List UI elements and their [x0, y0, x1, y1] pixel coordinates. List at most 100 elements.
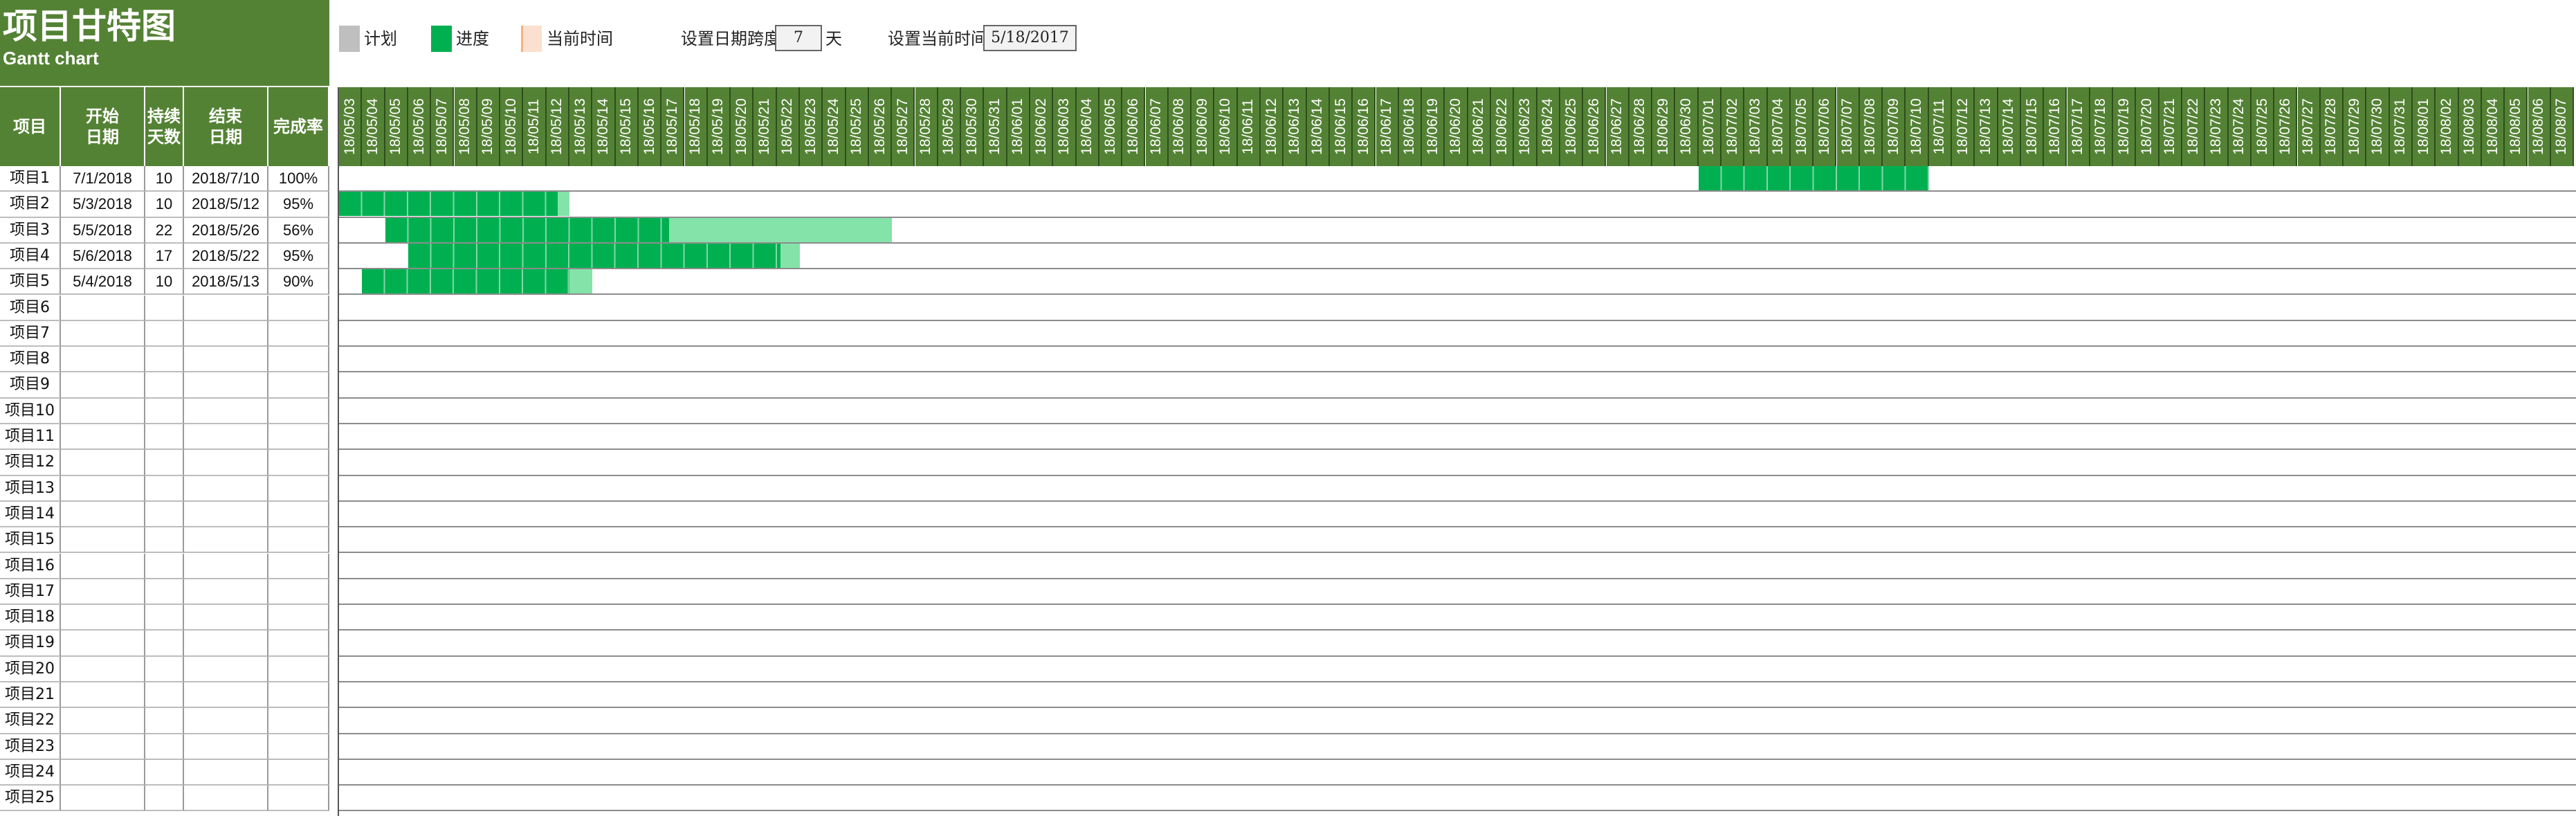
cell-name[interactable]: 项目14 — [0, 501, 61, 528]
cell-start[interactable] — [61, 372, 145, 399]
cell-days[interactable]: 22 — [145, 217, 184, 244]
cell-pct[interactable] — [268, 553, 329, 579]
cell-end[interactable] — [184, 347, 268, 373]
cell-pct[interactable]: 95% — [268, 243, 329, 270]
cell-pct[interactable] — [268, 320, 329, 347]
cell-pct[interactable] — [268, 295, 329, 321]
cell-end[interactable] — [184, 372, 268, 399]
cell-pct[interactable] — [268, 759, 329, 786]
cell-days[interactable] — [145, 424, 184, 451]
cell-start[interactable]: 5/3/2018 — [61, 192, 145, 218]
cell-days[interactable] — [145, 347, 184, 373]
cell-name[interactable]: 项目11 — [0, 424, 61, 451]
cell-start[interactable] — [61, 475, 145, 502]
cell-name[interactable]: 项目6 — [0, 295, 61, 321]
cell-end[interactable] — [184, 424, 268, 451]
cell-end[interactable] — [184, 320, 268, 347]
cell-start[interactable] — [61, 424, 145, 451]
cell-pct[interactable]: 90% — [268, 269, 329, 296]
cell-end[interactable] — [184, 501, 268, 528]
cell-name[interactable]: 项目23 — [0, 734, 61, 760]
cell-start[interactable] — [61, 708, 145, 734]
cell-days[interactable] — [145, 579, 184, 606]
progress-bar[interactable] — [339, 192, 558, 217]
cell-start[interactable] — [61, 631, 145, 657]
cell-days[interactable] — [145, 734, 184, 760]
cell-name[interactable]: 项目13 — [0, 475, 61, 502]
cell-end[interactable]: 2018/5/26 — [184, 217, 268, 244]
cell-days[interactable] — [145, 759, 184, 786]
cell-days[interactable] — [145, 786, 184, 812]
cell-start[interactable] — [61, 553, 145, 579]
cell-days[interactable]: 10 — [145, 269, 184, 296]
cell-pct[interactable] — [268, 527, 329, 554]
cell-start[interactable] — [61, 527, 145, 554]
cell-start[interactable] — [61, 682, 145, 709]
cell-end[interactable] — [184, 656, 268, 682]
cell-pct[interactable]: 56% — [268, 217, 329, 244]
cell-start[interactable] — [61, 579, 145, 606]
cell-name[interactable]: 项目7 — [0, 320, 61, 347]
cell-start[interactable] — [61, 605, 145, 631]
cell-pct[interactable] — [268, 579, 329, 606]
cell-start[interactable] — [61, 656, 145, 682]
cell-days[interactable] — [145, 295, 184, 321]
progress-bar[interactable] — [1698, 166, 1929, 190]
cell-start[interactable] — [61, 398, 145, 424]
cell-pct[interactable] — [268, 656, 329, 682]
cell-days[interactable] — [145, 553, 184, 579]
cell-days[interactable] — [145, 450, 184, 476]
cell-name[interactable]: 项目18 — [0, 605, 61, 631]
cell-start[interactable] — [61, 501, 145, 528]
cell-start[interactable] — [61, 786, 145, 812]
cell-days[interactable] — [145, 656, 184, 682]
cell-end[interactable] — [184, 734, 268, 760]
cell-days[interactable]: 17 — [145, 243, 184, 270]
cell-name[interactable]: 项目17 — [0, 579, 61, 606]
cell-days[interactable] — [145, 682, 184, 709]
cell-end[interactable] — [184, 708, 268, 734]
cell-pct[interactable] — [268, 786, 329, 812]
cell-pct[interactable] — [268, 734, 329, 760]
cell-end[interactable] — [184, 786, 268, 812]
cell-name[interactable]: 项目5 — [0, 269, 61, 296]
cell-end[interactable] — [184, 631, 268, 657]
cell-days[interactable] — [145, 398, 184, 424]
cell-pct[interactable] — [268, 450, 329, 476]
cell-pct[interactable] — [268, 631, 329, 657]
cell-pct[interactable] — [268, 605, 329, 631]
cell-end[interactable]: 2018/5/12 — [184, 192, 268, 218]
cell-pct[interactable]: 100% — [268, 166, 329, 192]
cell-name[interactable]: 项目12 — [0, 450, 61, 476]
progress-bar[interactable] — [385, 217, 669, 242]
cell-name[interactable]: 项目15 — [0, 527, 61, 554]
cell-name[interactable]: 项目24 — [0, 759, 61, 786]
cell-end[interactable] — [184, 605, 268, 631]
cell-start[interactable]: 7/1/2018 — [61, 166, 145, 192]
cell-start[interactable]: 5/6/2018 — [61, 243, 145, 270]
cell-end[interactable] — [184, 527, 268, 554]
cell-name[interactable]: 项目4 — [0, 243, 61, 270]
progress-bar[interactable] — [362, 269, 569, 294]
cell-days[interactable] — [145, 631, 184, 657]
cell-end[interactable] — [184, 682, 268, 709]
cell-name[interactable]: 项目1 — [0, 166, 61, 192]
current-date-input[interactable]: 5/18/2017 — [983, 25, 1077, 51]
cell-end[interactable]: 2018/5/22 — [184, 243, 268, 270]
cell-start[interactable]: 5/5/2018 — [61, 217, 145, 244]
cell-start[interactable]: 5/4/2018 — [61, 269, 145, 296]
cell-days[interactable] — [145, 372, 184, 399]
cell-days[interactable] — [145, 527, 184, 554]
cell-end[interactable] — [184, 759, 268, 786]
cell-pct[interactable] — [268, 398, 329, 424]
cell-name[interactable]: 项目20 — [0, 656, 61, 682]
cell-pct[interactable]: 95% — [268, 192, 329, 218]
cell-name[interactable]: 项目2 — [0, 192, 61, 218]
cell-name[interactable]: 项目8 — [0, 347, 61, 373]
cell-pct[interactable] — [268, 372, 329, 399]
cell-pct[interactable] — [268, 501, 329, 528]
cell-end[interactable] — [184, 295, 268, 321]
cell-end[interactable] — [184, 475, 268, 502]
progress-bar[interactable] — [408, 243, 780, 268]
cell-start[interactable] — [61, 759, 145, 786]
